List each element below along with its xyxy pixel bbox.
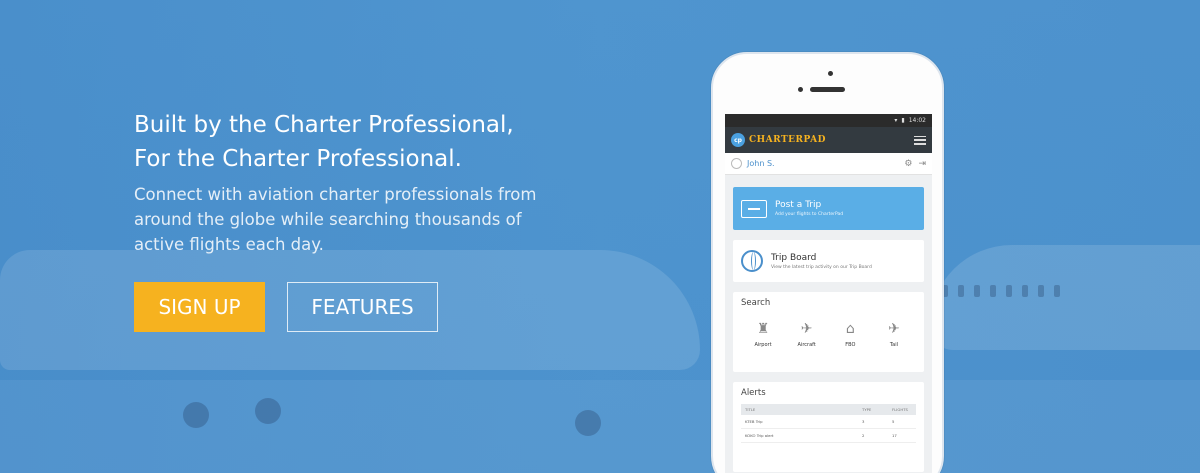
search-card: Search ♜ Airport ✈ Aircraft ⌂ FBO ✈ Tail	[733, 292, 924, 372]
app-screen: ▾ ▮ 14:02 cp CHARTERPAD John S. ⚙ ⇥ Post…	[725, 114, 932, 473]
alerts-title: Alerts	[741, 388, 766, 398]
user-name: John S.	[747, 159, 775, 168]
hero-headline: Built by the Charter Professional, For t…	[134, 108, 574, 176]
post-trip-card[interactable]: Post a Trip Add your flights to CharterP…	[733, 187, 924, 230]
search-label: Airport	[754, 342, 772, 348]
post-trip-subtitle: Add your flights to CharterPad	[775, 212, 844, 217]
user-actions: ⚙ ⇥	[904, 159, 926, 169]
hero-banner: Built by the Charter Professional, For t…	[0, 0, 1200, 473]
headline-line-1: Built by the Charter Professional,	[134, 112, 514, 138]
alert-title: KOKO Trip alert	[745, 433, 774, 438]
brand-name: CHARTERPAD	[749, 135, 826, 145]
headline-line-2: For the Charter Professional.	[134, 146, 462, 172]
alert-title: KTEB Trip	[745, 419, 763, 424]
phone-camera	[828, 71, 833, 76]
alert-type: 3	[862, 419, 865, 424]
table-row[interactable]: KOKO Trip alert 2 17	[741, 429, 916, 443]
hero-subtext: Connect with aviation charter profession…	[134, 185, 537, 254]
phone-speaker	[810, 87, 845, 92]
trip-board-title: Trip Board	[771, 252, 817, 263]
alert-type: 2	[862, 433, 865, 438]
fbo-icon: ⌂	[845, 321, 855, 337]
airport-icon: ♜	[756, 321, 770, 337]
jet-windows	[926, 285, 1060, 297]
search-options: ♜ Airport ✈ Aircraft ⌂ FBO ✈ Tail	[741, 322, 916, 348]
search-label: Tail	[889, 342, 898, 348]
search-fbo[interactable]: ⌂ FBO	[832, 322, 868, 348]
app-header: cp CHARTERPAD	[725, 127, 932, 153]
features-button[interactable]: FEATURES	[287, 282, 438, 332]
wifi-icon: ▾	[894, 117, 898, 124]
trip-board-card[interactable]: Trip Board View the latest trip activity…	[733, 240, 924, 282]
avatar	[731, 158, 742, 169]
jet-wheel	[255, 398, 281, 424]
search-airport[interactable]: ♜ Airport	[745, 322, 781, 348]
aircraft-icon: ✈	[800, 321, 813, 337]
search-tail[interactable]: ✈ Tail	[876, 322, 912, 348]
logo-badge: cp	[731, 133, 745, 147]
background-jet-right	[930, 245, 1200, 350]
jet-wheel	[575, 410, 601, 436]
column-header: TYPE	[862, 407, 872, 412]
jet-wheel	[183, 402, 209, 428]
post-trip-icon	[741, 199, 767, 218]
alert-flights: 5	[892, 419, 895, 424]
alerts-table-header: TITLE TYPE FLIGHTS	[741, 404, 916, 415]
status-time: 14:02	[908, 117, 926, 124]
column-header: FLIGHTS	[892, 407, 908, 412]
search-label: Aircraft	[797, 342, 816, 348]
phone-mockup: ▾ ▮ 14:02 cp CHARTERPAD John S. ⚙ ⇥ Post…	[711, 52, 944, 473]
search-label: FBO	[845, 342, 856, 348]
search-title: Search	[741, 298, 771, 308]
search-aircraft[interactable]: ✈ Aircraft	[789, 322, 825, 348]
app-logo[interactable]: cp CHARTERPAD	[731, 133, 826, 147]
post-trip-title: Post a Trip	[775, 200, 822, 210]
sign-up-button[interactable]: SIGN UP	[134, 282, 265, 332]
globe-icon	[741, 250, 763, 272]
hamburger-menu-icon[interactable]	[914, 135, 926, 145]
hero-copy: Built by the Charter Professional, For t…	[134, 108, 574, 257]
phone-sensor	[798, 87, 803, 92]
status-bar: ▾ ▮ 14:02	[725, 114, 932, 127]
logout-icon[interactable]: ⇥	[918, 159, 926, 169]
cta-buttons: SIGN UP FEATURES	[134, 282, 438, 332]
alerts-card: Alerts TITLE TYPE FLIGHTS KTEB Trip 3 5 …	[733, 382, 924, 472]
user-profile[interactable]: John S.	[731, 158, 775, 169]
table-row[interactable]: KTEB Trip 3 5	[741, 415, 916, 429]
user-bar: John S. ⚙ ⇥	[725, 153, 932, 175]
tail-icon: ✈	[888, 321, 900, 337]
column-header: TITLE	[745, 407, 756, 412]
battery-icon: ▮	[901, 117, 905, 124]
gear-icon[interactable]: ⚙	[904, 159, 912, 169]
trip-board-subtitle: View the latest trip activity on our Tri…	[771, 264, 872, 270]
alert-flights: 17	[892, 433, 897, 438]
